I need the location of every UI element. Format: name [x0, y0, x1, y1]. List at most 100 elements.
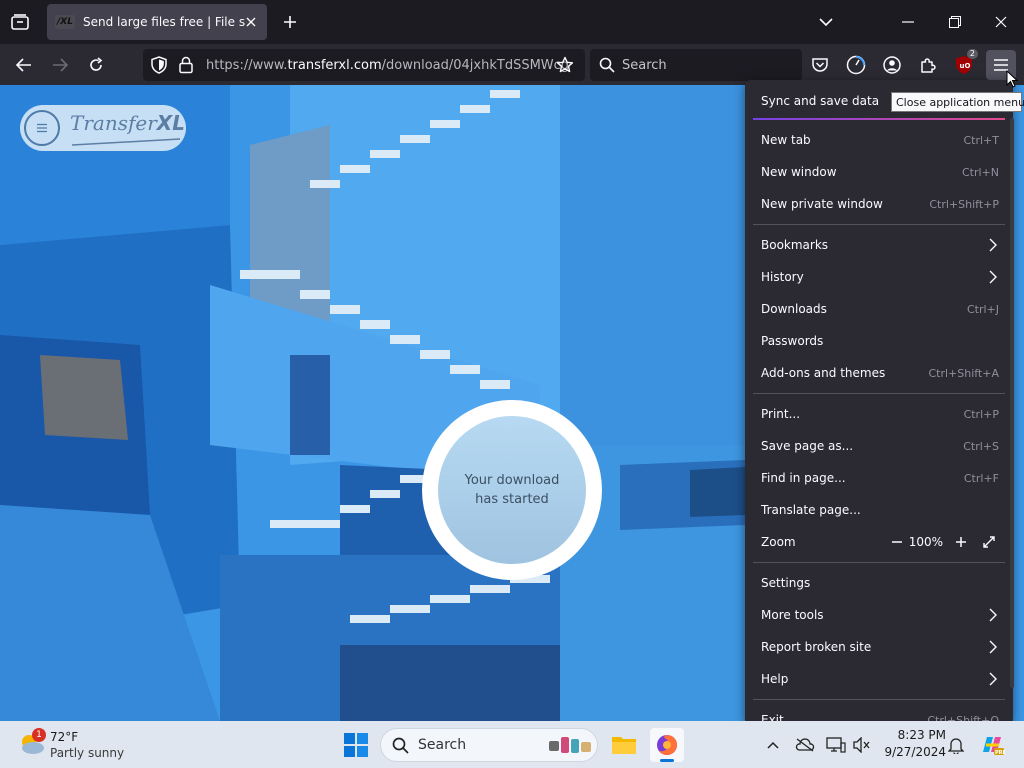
menu-item-downloads[interactable]: Downloads Ctrl+J: [745, 294, 1013, 324]
notification-bell-icon[interactable]: [945, 734, 967, 756]
chevron-right-icon: [989, 238, 997, 252]
logo-swoosh: [72, 138, 181, 146]
search-bar[interactable]: Search: [590, 49, 802, 81]
menu-item-save-page-as[interactable]: Save page as... Ctrl+S: [745, 431, 1013, 461]
speed-dial-icon[interactable]: [844, 53, 868, 77]
weather-temperature: 72°F: [50, 730, 79, 744]
pocket-icon[interactable]: [808, 53, 832, 77]
restore-icon[interactable]: [945, 12, 965, 32]
menu-item-print[interactable]: Print... Ctrl+P: [745, 399, 1013, 429]
menu-scrollbar[interactable]: [1010, 118, 1014, 688]
menu-item-label: New tab: [761, 133, 811, 147]
taskbar-search-box[interactable]: Search: [380, 728, 598, 762]
menu-item-shortcut: Ctrl+P: [963, 407, 999, 421]
menu-separator: [753, 699, 1005, 700]
application-menu-panel: Sync and save data New tab Ctrl+T New wi…: [745, 80, 1013, 725]
close-window-icon[interactable]: [991, 12, 1011, 32]
tab-title: Send large files free | File sharing: [83, 15, 245, 29]
windows-start-icon[interactable]: [342, 731, 370, 759]
network-display-icon[interactable]: [825, 734, 847, 756]
chevron-right-icon: [989, 608, 997, 622]
new-tab-plus-icon[interactable]: [280, 12, 300, 32]
menu-item-shortcut: Ctrl+Shift+A: [928, 366, 999, 380]
chevron-up-icon[interactable]: [762, 734, 784, 756]
tooltip: Close application menu: [891, 92, 1024, 112]
url-text[interactable]: https://www.transferxl.com/download/04jx…: [206, 58, 569, 73]
back-arrow-icon[interactable]: [12, 53, 36, 77]
firefox-taskbar-icon[interactable]: [650, 728, 684, 762]
site-menu-icon[interactable]: [24, 110, 60, 146]
zoom-out-minus-icon[interactable]: [887, 532, 907, 552]
menu-item-zoom: Zoom 100%: [745, 527, 1013, 557]
minimize-icon[interactable]: [898, 12, 918, 32]
volume-muted-icon[interactable]: [851, 734, 873, 756]
menu-item-addons-and-themes[interactable]: Add-ons and themes Ctrl+Shift+A: [745, 358, 1013, 388]
menu-item-find-in-page[interactable]: Find in page... Ctrl+F: [745, 463, 1013, 493]
menu-item-label: Print...: [761, 407, 801, 421]
menu-item-shortcut: Ctrl+T: [963, 133, 999, 147]
navigation-toolbar: https://www.transferxl.com/download/04jx…: [0, 44, 1024, 85]
zoom-level[interactable]: 100%: [909, 535, 943, 549]
tracking-protection-shield-icon[interactable]: [151, 56, 167, 78]
menu-item-bookmarks[interactable]: Bookmarks: [745, 230, 1013, 260]
menu-item-label: New private window: [761, 197, 883, 211]
copilot-icon[interactable]: PRE: [979, 732, 1005, 758]
menu-item-help[interactable]: Help: [745, 664, 1013, 694]
menu-item-settings[interactable]: Settings: [745, 568, 1013, 598]
zoom-in-plus-icon[interactable]: [951, 532, 971, 552]
clock-time: 8:23 PM: [897, 728, 946, 742]
menu-item-shortcut: Ctrl+S: [963, 439, 999, 453]
menu-item-more-tools[interactable]: More tools: [745, 600, 1013, 630]
menu-item-translate-page[interactable]: Translate page...: [745, 495, 1013, 525]
tab-bar: /XL Send large files free | File sharing: [0, 0, 1024, 44]
forward-arrow-icon[interactable]: [48, 53, 72, 77]
weather-widget[interactable]: 1 72°F Partly sunny: [18, 728, 138, 762]
system-clock[interactable]: 8:23 PM 9/27/2024: [880, 727, 946, 761]
search-placeholder: Search: [622, 58, 667, 73]
account-icon[interactable]: [880, 53, 904, 77]
menu-item-history[interactable]: History: [745, 262, 1013, 292]
active-app-indicator: [660, 759, 674, 762]
menu-item-passwords[interactable]: Passwords: [745, 326, 1013, 356]
menu-item-label: Zoom: [761, 535, 796, 549]
ublock-extension-icon[interactable]: uO 2: [952, 49, 978, 77]
menu-item-label: Add-ons and themes: [761, 366, 886, 380]
menu-separator: [753, 224, 1005, 225]
onedrive-offline-icon[interactable]: [794, 734, 816, 756]
url-path: /download/04jxhkTdSSMWcg: [381, 58, 570, 73]
svg-text:uO: uO: [960, 62, 971, 70]
chevron-right-icon: [989, 270, 997, 284]
mouse-cursor-icon: [1006, 70, 1018, 88]
tab-list-icon[interactable]: [8, 10, 32, 34]
site-favicon: /XL: [55, 15, 75, 29]
close-tab-icon[interactable]: [243, 14, 259, 30]
menu-separator: [753, 562, 1005, 563]
menu-item-label: Passwords: [761, 334, 824, 348]
menu-item-new-private-window[interactable]: New private window Ctrl+Shift+P: [745, 189, 1013, 219]
svg-text:PRE: PRE: [995, 750, 1005, 756]
search-icon: [392, 737, 409, 754]
file-explorer-icon[interactable]: [607, 728, 641, 762]
sync-divider: [753, 118, 1005, 120]
url-host: transferxl.com: [287, 58, 382, 73]
chevron-right-icon: [989, 640, 997, 654]
transferxl-logo[interactable]: TransferXL: [20, 105, 186, 151]
reload-icon[interactable]: [84, 53, 108, 77]
menu-item-report-broken-site[interactable]: Report broken site: [745, 632, 1013, 662]
menu-separator: [753, 393, 1005, 394]
menu-item-new-window[interactable]: New window Ctrl+N: [745, 157, 1013, 187]
address-bar[interactable]: https://www.transferxl.com/download/04jx…: [143, 49, 585, 81]
lock-icon[interactable]: [179, 56, 193, 78]
url-prefix: https://www.: [206, 58, 288, 73]
bookmark-star-icon[interactable]: [553, 53, 577, 77]
menu-item-label: Help: [761, 672, 789, 686]
menu-item-shortcut: Ctrl+J: [966, 302, 999, 316]
browser-tab[interactable]: /XL Send large files free | File sharing: [47, 4, 267, 40]
extensions-puzzle-icon[interactable]: [916, 53, 940, 77]
chevron-down-icon[interactable]: [816, 12, 836, 32]
menu-item-label: New window: [761, 165, 837, 179]
menu-item-label: Settings: [761, 576, 811, 590]
menu-item-label: History: [761, 270, 804, 284]
fullscreen-icon[interactable]: [979, 532, 999, 552]
menu-item-new-tab[interactable]: New tab Ctrl+T: [745, 125, 1013, 155]
